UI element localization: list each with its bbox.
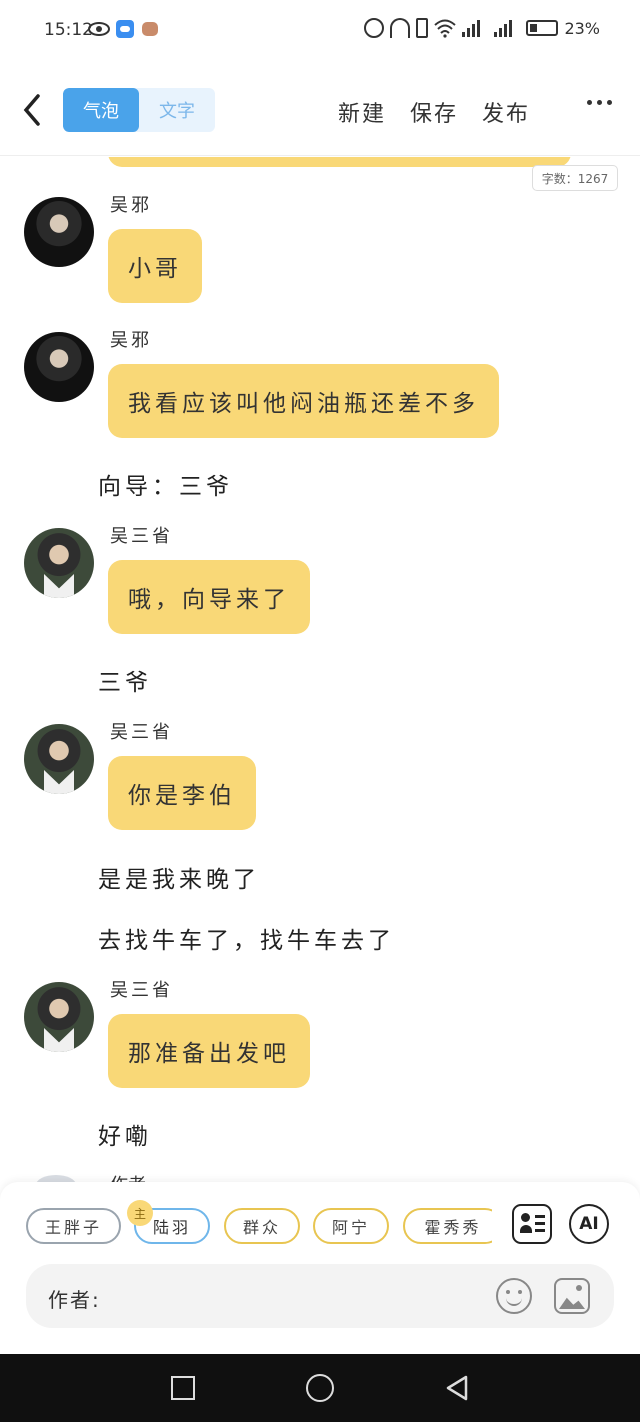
new-button[interactable]: 新建 — [338, 96, 386, 128]
more-dots-icon[interactable] — [587, 100, 612, 105]
narration-text[interactable]: 三爷 — [98, 663, 152, 697]
character-chip[interactable]: 阿宁 — [313, 1208, 389, 1244]
contact-card-icon[interactable] — [512, 1204, 552, 1244]
composer-panel: 王胖子 陆羽 群众 阿宁 霍秀秀 AI 作者: — [0, 1182, 640, 1354]
chevron-left-icon[interactable] — [18, 90, 48, 130]
publish-button[interactable]: 发布 — [482, 96, 530, 128]
alarm-icon — [364, 18, 385, 38]
status-time: 15:12 — [44, 20, 93, 40]
avatar[interactable] — [24, 724, 94, 794]
ai-button[interactable]: AI — [569, 1204, 609, 1244]
character-chip[interactable]: 王胖子 — [26, 1208, 121, 1244]
recents-icon[interactable] — [171, 1376, 195, 1400]
image-icon[interactable] — [554, 1278, 590, 1314]
home-icon[interactable] — [306, 1374, 334, 1402]
avatar[interactable] — [24, 528, 94, 598]
battery-icon — [526, 20, 559, 36]
smile-icon[interactable] — [496, 1278, 532, 1314]
narration-text[interactable]: 去找牛车了，找牛车去了 — [98, 921, 395, 955]
avatar[interactable] — [24, 197, 94, 267]
signal-4g-icon — [462, 19, 488, 37]
back-triangle-icon[interactable] — [444, 1374, 472, 1402]
mode-switch: 气泡 文字 — [63, 88, 215, 132]
narration-text[interactable]: 好嘞 — [98, 1117, 152, 1151]
sender-name: 吴三省 — [110, 722, 173, 743]
message-bubble[interactable]: 我看应该叫他闷油瓶还差不多 — [108, 364, 499, 438]
avatar[interactable] — [36, 1175, 76, 1182]
sender-name: 吴三省 — [110, 980, 173, 1001]
battery-percent: 23% — [564, 18, 600, 38]
tab-text[interactable]: 文字 — [139, 88, 215, 132]
message-bubble[interactable]: 哦，向导来了 — [108, 560, 310, 634]
pet-icon — [142, 22, 158, 36]
input-speaker-label: 作者: — [48, 1288, 101, 1312]
character-chip[interactable]: 霍秀秀 — [403, 1208, 492, 1244]
sender-name: 吴邪 — [110, 195, 152, 216]
chat-area[interactable]: 字数：1267 吴邪 小哥 吴邪 我看应该叫他闷油瓶还差不多 向导：三爷 吴三省… — [0, 157, 640, 1182]
sender-name: 吴邪 — [110, 330, 152, 351]
message-bubble[interactable] — [108, 157, 571, 167]
sender-name: 吴三省 — [110, 526, 173, 547]
narration-text[interactable]: 向导：三爷 — [98, 467, 233, 501]
sender-name: 作者 — [110, 1171, 146, 1182]
eye-icon — [88, 22, 110, 36]
main-character-badge: 主 — [127, 1200, 153, 1226]
wifi-icon — [434, 19, 457, 38]
system-nav-bar — [0, 1354, 640, 1422]
save-button[interactable]: 保存 — [410, 96, 458, 128]
avatar[interactable] — [24, 982, 94, 1052]
cloud-icon — [116, 20, 134, 38]
vibrate-icon — [416, 18, 429, 38]
message-bubble[interactable]: 你是李伯 — [108, 756, 256, 830]
header-actions: 新建 保存 发布 — [338, 96, 530, 128]
signal-4g-icon — [494, 19, 520, 37]
character-selector: 王胖子 陆羽 群众 阿宁 霍秀秀 — [26, 1208, 492, 1244]
avatar[interactable] — [24, 332, 94, 402]
status-bar: 15:12 23% — [0, 0, 640, 62]
headphones-icon — [390, 18, 411, 38]
character-chip[interactable]: 群众 — [224, 1208, 300, 1244]
status-indicators: 23% — [364, 18, 600, 38]
app-header: 气泡 文字 新建 保存 发布 — [0, 62, 640, 156]
tab-bubble[interactable]: 气泡 — [63, 88, 139, 132]
message-input[interactable]: 作者: — [26, 1264, 614, 1328]
narration-text[interactable]: 是是我来晚了 — [98, 860, 260, 894]
message-bubble[interactable]: 小哥 — [108, 229, 202, 303]
message-bubble[interactable]: 那准备出发吧 — [108, 1014, 310, 1088]
word-count-badge: 字数：1267 — [532, 165, 618, 191]
